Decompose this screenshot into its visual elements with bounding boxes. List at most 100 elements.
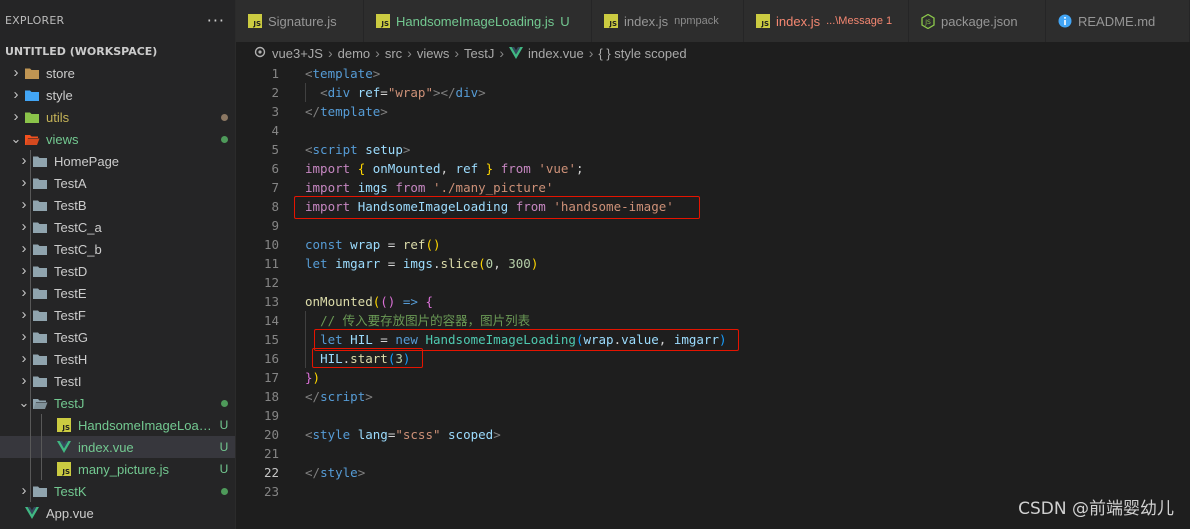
tree-item-index-vue[interactable]: index.vue U xyxy=(0,436,235,458)
tab-package-json[interactable]: JS package.json xyxy=(909,0,1046,42)
code-line[interactable]: 6 import { onMounted, ref } from 'vue'; xyxy=(236,159,1190,178)
code-token: from xyxy=(395,180,426,195)
tree-item-testi[interactable]: › TestI xyxy=(0,370,235,392)
ellipsis-icon[interactable]: ··· xyxy=(207,11,225,30)
code-token: setup xyxy=(365,142,403,157)
tree-item-app-vue[interactable]: App.vue xyxy=(0,502,235,524)
code-content: </template> xyxy=(305,102,388,121)
chevron-down-icon[interactable]: ⌄ xyxy=(8,132,24,145)
tree-item-testc-b[interactable]: › TestC_b xyxy=(0,238,235,260)
tree-item-label: many_picture.js xyxy=(78,461,170,477)
tree-item-handsomeimageloading-js[interactable]: JS HandsomeImageLoading.js U xyxy=(0,414,235,436)
chevron-right-icon[interactable]: › xyxy=(8,106,24,128)
code-token: < xyxy=(305,142,313,157)
workspace-title[interactable]: UNTITLED (WORKSPACE) xyxy=(0,40,235,62)
code-token: let xyxy=(305,256,328,271)
code-line[interactable]: 4 xyxy=(236,121,1190,140)
tree-item-homepage[interactable]: › HomePage xyxy=(0,150,235,172)
code-line[interactable]: 5 <script setup> xyxy=(236,140,1190,159)
code-content: import { onMounted, ref } from 'vue'; xyxy=(305,159,584,178)
tab-label: README.md xyxy=(1078,13,1156,29)
code-line[interactable]: 11 let imgarr = imgs.slice(0, 300) xyxy=(236,254,1190,273)
breadcrumb-item[interactable]: vue3+JS xyxy=(272,46,323,61)
indent-guide xyxy=(30,370,31,392)
tree-item-views[interactable]: ⌄ views xyxy=(0,128,235,150)
code-token: </ xyxy=(305,465,321,480)
folder-icon xyxy=(32,374,48,388)
breadcrumb-item[interactable]: demo xyxy=(338,46,371,61)
breadcrumb-item[interactable]: views xyxy=(417,46,450,61)
folder-icon xyxy=(32,176,48,190)
tree-item-testd[interactable]: › TestD xyxy=(0,260,235,282)
indent-guide xyxy=(30,414,31,436)
code-line[interactable]: 17}) xyxy=(236,368,1190,387)
tab-index-js[interactable]: JS index.js ...\Message 1 xyxy=(744,0,909,42)
tree-item-label: TestE xyxy=(54,285,87,301)
indent-guide xyxy=(41,436,42,458)
code-line[interactable]: 7 import imgs from './many_picture' xyxy=(236,178,1190,197)
code-content: </script> xyxy=(305,387,373,406)
code-line[interactable]: 18 </script> xyxy=(236,387,1190,406)
code-line[interactable]: 19 xyxy=(236,406,1190,425)
tab-readme-md[interactable]: README.md xyxy=(1046,0,1190,42)
tree-item-label: TestF xyxy=(54,307,86,323)
tab-index-js[interactable]: JS index.js npmpack xyxy=(592,0,744,42)
tree-item-teste[interactable]: › TestE xyxy=(0,282,235,304)
indent-guide xyxy=(30,480,31,502)
editor-tabs: JS Signature.js JS HandsomeImageLoading.js U… xyxy=(236,0,1190,42)
line-number: 22 xyxy=(263,465,279,480)
code-line[interactable]: 14 // 传入要存放图片的容器，图片列表 xyxy=(236,311,1190,330)
breadcrumb-separator: › xyxy=(327,45,333,61)
line-number: 1 xyxy=(271,66,279,81)
breadcrumb-separator: › xyxy=(407,45,412,61)
code-line[interactable]: 16 HIL.start(3) xyxy=(236,349,1190,368)
folder-icon xyxy=(32,286,48,300)
code-line[interactable]: 3 </template> xyxy=(236,102,1190,121)
code-line[interactable]: 10 const wrap = ref() xyxy=(236,235,1190,254)
code-token: div xyxy=(455,85,479,100)
tree-item-many-picture-js[interactable]: JS many_picture.js U xyxy=(0,458,235,480)
breadcrumb-item[interactable]: index.vue xyxy=(528,46,584,61)
tree-item-store[interactable]: › store xyxy=(0,62,235,84)
tree-item-testk[interactable]: › TestK xyxy=(0,480,235,502)
chevron-right-icon[interactable]: › xyxy=(8,84,24,106)
code-line[interactable]: 8 import HandsomeImageLoading from 'hands… xyxy=(236,197,1190,216)
tree-item-testg[interactable]: › TestG xyxy=(0,326,235,348)
line-number: 4 xyxy=(271,123,279,138)
code-line[interactable]: 9 xyxy=(236,216,1190,235)
code-line[interactable]: 22 </style> xyxy=(236,463,1190,482)
code-line[interactable]: 12 xyxy=(236,273,1190,292)
code-line[interactable]: 15 let HIL = new HandsomeImageLoading(wr… xyxy=(236,330,1190,349)
chevron-right-icon[interactable]: › xyxy=(8,62,24,84)
tree-item-testc-a[interactable]: › TestC_a xyxy=(0,216,235,238)
breadcrumb-item[interactable]: src xyxy=(385,46,402,61)
code-line[interactable]: 2 <div ref="wrap"></div> xyxy=(236,83,1190,102)
breadcrumb-item[interactable]: { } style scoped xyxy=(598,46,686,61)
code-content: import imgs from './many_picture' xyxy=(305,178,553,197)
indent-guide xyxy=(30,436,31,458)
tab-handsomeimageloading-js[interactable]: JS HandsomeImageLoading.js U xyxy=(364,0,592,42)
tree-item-testj[interactable]: ⌄ TestJ xyxy=(0,392,235,414)
tree-item-utils[interactable]: › utils xyxy=(0,106,235,128)
breadcrumb-item[interactable]: TestJ xyxy=(464,46,494,61)
code-editor[interactable]: 1 <template> 2 <div ref="wrap"></div> 3 </te… xyxy=(236,64,1190,529)
code-content: onMounted(() => { xyxy=(305,292,433,311)
code-line[interactable]: 20 <style lang="scss" scoped> xyxy=(236,425,1190,444)
code-token: HandsomeImageLoading xyxy=(425,332,576,347)
tree-item-testb[interactable]: › TestB xyxy=(0,194,235,216)
code-line[interactable]: 21 xyxy=(236,444,1190,463)
line-number: 12 xyxy=(263,275,279,290)
tree-item-testf[interactable]: › TestF xyxy=(0,304,235,326)
tree-item-testh[interactable]: › TestH xyxy=(0,348,235,370)
tree-item-style[interactable]: › style xyxy=(0,84,235,106)
code-line[interactable]: 13 onMounted(() => { xyxy=(236,292,1190,311)
code-line[interactable]: 1 <template> xyxy=(236,64,1190,83)
folder-icon xyxy=(32,484,48,498)
indent-guide xyxy=(30,260,31,282)
tab-signature-js[interactable]: JS Signature.js xyxy=(236,0,364,42)
line-number: 18 xyxy=(263,389,279,404)
tree-item-testa[interactable]: › TestA xyxy=(0,172,235,194)
